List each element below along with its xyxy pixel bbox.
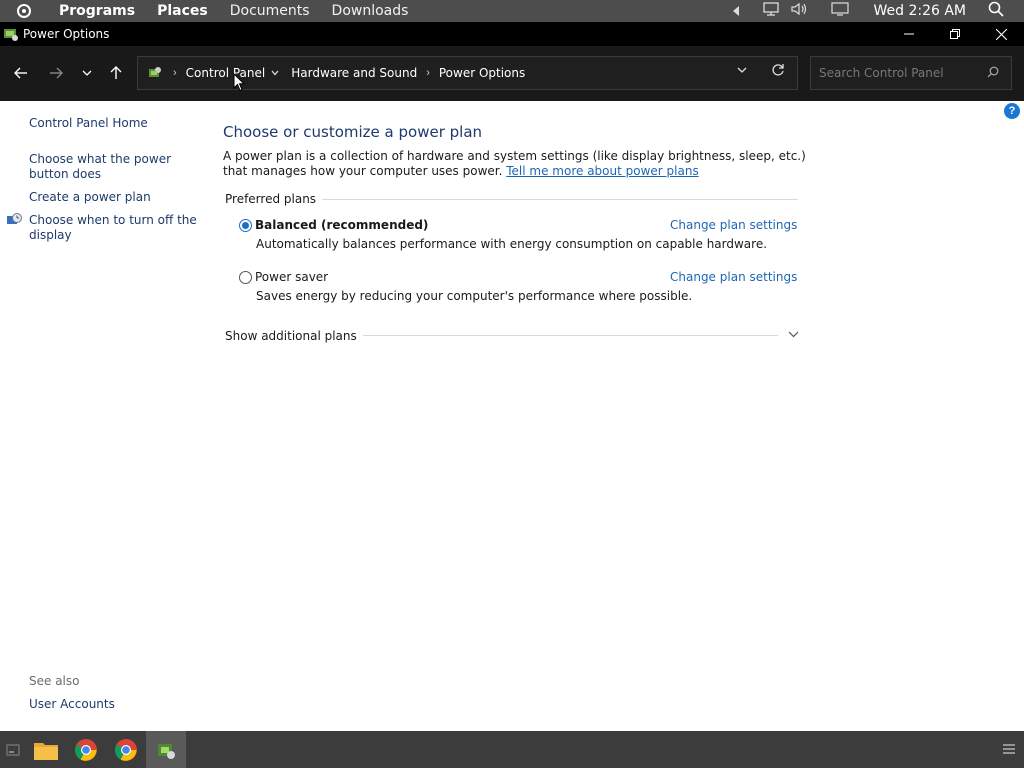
learn-more-link[interactable]: Tell me more about power plans bbox=[506, 164, 698, 178]
window-title-bar: Power Options bbox=[0, 22, 1024, 46]
chrome-icon[interactable] bbox=[106, 731, 146, 768]
back-button[interactable] bbox=[9, 61, 33, 85]
show-additional-plans-label[interactable]: Show additional plans bbox=[225, 329, 363, 343]
preferred-plans-label: Preferred plans bbox=[225, 192, 323, 206]
sidebar-item-turn-off-display[interactable]: Choose when to turn off the display bbox=[29, 213, 204, 243]
show-desktop-icon[interactable] bbox=[0, 731, 26, 768]
tray-expand-icon[interactable] bbox=[733, 6, 740, 16]
chevron-down-icon[interactable] bbox=[271, 68, 279, 79]
navigation-bar: › Control Panel Hardware and Sound › Pow… bbox=[0, 46, 1024, 101]
sidebar-item-user-accounts[interactable]: User Accounts bbox=[29, 697, 204, 712]
see-also-label: See also bbox=[29, 674, 80, 688]
refresh-icon[interactable] bbox=[771, 63, 785, 81]
address-dropdown-icon[interactable] bbox=[737, 65, 747, 77]
clock[interactable]: Wed 2:26 AM bbox=[873, 3, 966, 19]
search-icon[interactable] bbox=[988, 1, 1004, 21]
mouse-cursor-icon bbox=[233, 72, 246, 95]
sidebar-item-control-panel-home[interactable]: Control Panel Home bbox=[29, 116, 204, 131]
chevron-down-icon[interactable] bbox=[788, 329, 799, 341]
change-plan-settings-balanced-link[interactable]: Change plan settings bbox=[670, 218, 797, 232]
breadcrumb-separator-icon[interactable]: › bbox=[173, 67, 177, 79]
taskbar bbox=[0, 731, 1024, 768]
plan-description-balanced: Automatically balances performance with … bbox=[256, 237, 768, 251]
menu-places[interactable]: Places bbox=[146, 3, 219, 19]
network-icon[interactable] bbox=[763, 2, 781, 20]
activities-icon bbox=[17, 4, 31, 18]
help-icon[interactable]: ? bbox=[1004, 103, 1020, 119]
notifications-icon[interactable] bbox=[831, 2, 850, 20]
sidebar-item-create-plan[interactable]: Create a power plan bbox=[29, 190, 204, 205]
breadcrumb-separator-icon[interactable]: › bbox=[426, 67, 430, 79]
taskbar-menu-icon[interactable] bbox=[1002, 742, 1016, 758]
close-button[interactable] bbox=[978, 22, 1024, 46]
radio-power-saver[interactable] bbox=[239, 271, 252, 284]
menu-programs[interactable]: Programs bbox=[48, 3, 146, 19]
plan-description-power-saver: Saves energy by reducing your computer's… bbox=[256, 289, 693, 303]
recent-locations-button[interactable] bbox=[75, 61, 99, 85]
power-options-icon bbox=[3, 26, 19, 42]
breadcrumb-control-panel[interactable]: Control Panel bbox=[186, 66, 266, 80]
page-title: Choose or customize a power plan bbox=[223, 123, 483, 141]
activities-button[interactable] bbox=[0, 0, 48, 22]
sidebar: Control Panel Home Choose what the power… bbox=[0, 101, 210, 731]
radio-balanced[interactable] bbox=[239, 219, 252, 232]
restore-button[interactable] bbox=[932, 22, 978, 46]
up-button[interactable] bbox=[104, 61, 128, 85]
menu-documents[interactable]: Documents bbox=[219, 3, 321, 19]
plan-name-balanced[interactable]: Balanced (recommended) bbox=[255, 218, 428, 232]
chrome-icon[interactable] bbox=[66, 731, 106, 768]
breadcrumb-power-options[interactable]: Power Options bbox=[439, 66, 525, 80]
top-bar: Programs Places Documents Downloads Wed … bbox=[0, 0, 1024, 22]
change-plan-settings-power-saver-link[interactable]: Change plan settings bbox=[670, 270, 797, 284]
content-area: ? Control Panel Home Choose what the pow… bbox=[0, 101, 1024, 731]
page-description: A power plan is a collection of hardware… bbox=[223, 149, 813, 179]
volume-icon[interactable] bbox=[791, 2, 809, 20]
control-panel-icon bbox=[146, 64, 164, 82]
search-input[interactable] bbox=[819, 66, 979, 80]
breadcrumb-hardware-and-sound[interactable]: Hardware and Sound bbox=[291, 66, 417, 80]
search-icon[interactable] bbox=[987, 66, 999, 81]
menu-downloads[interactable]: Downloads bbox=[321, 3, 420, 19]
window-title: Power Options bbox=[23, 27, 110, 41]
power-options-taskbar-icon[interactable] bbox=[146, 731, 186, 768]
file-manager-icon[interactable] bbox=[26, 731, 66, 768]
minimize-button[interactable] bbox=[886, 22, 932, 46]
plan-name-power-saver[interactable]: Power saver bbox=[255, 270, 328, 284]
display-settings-icon bbox=[6, 212, 22, 228]
search-box[interactable] bbox=[810, 56, 1012, 90]
forward-button[interactable] bbox=[44, 61, 68, 85]
sidebar-item-power-button[interactable]: Choose what the power button does bbox=[29, 152, 204, 182]
